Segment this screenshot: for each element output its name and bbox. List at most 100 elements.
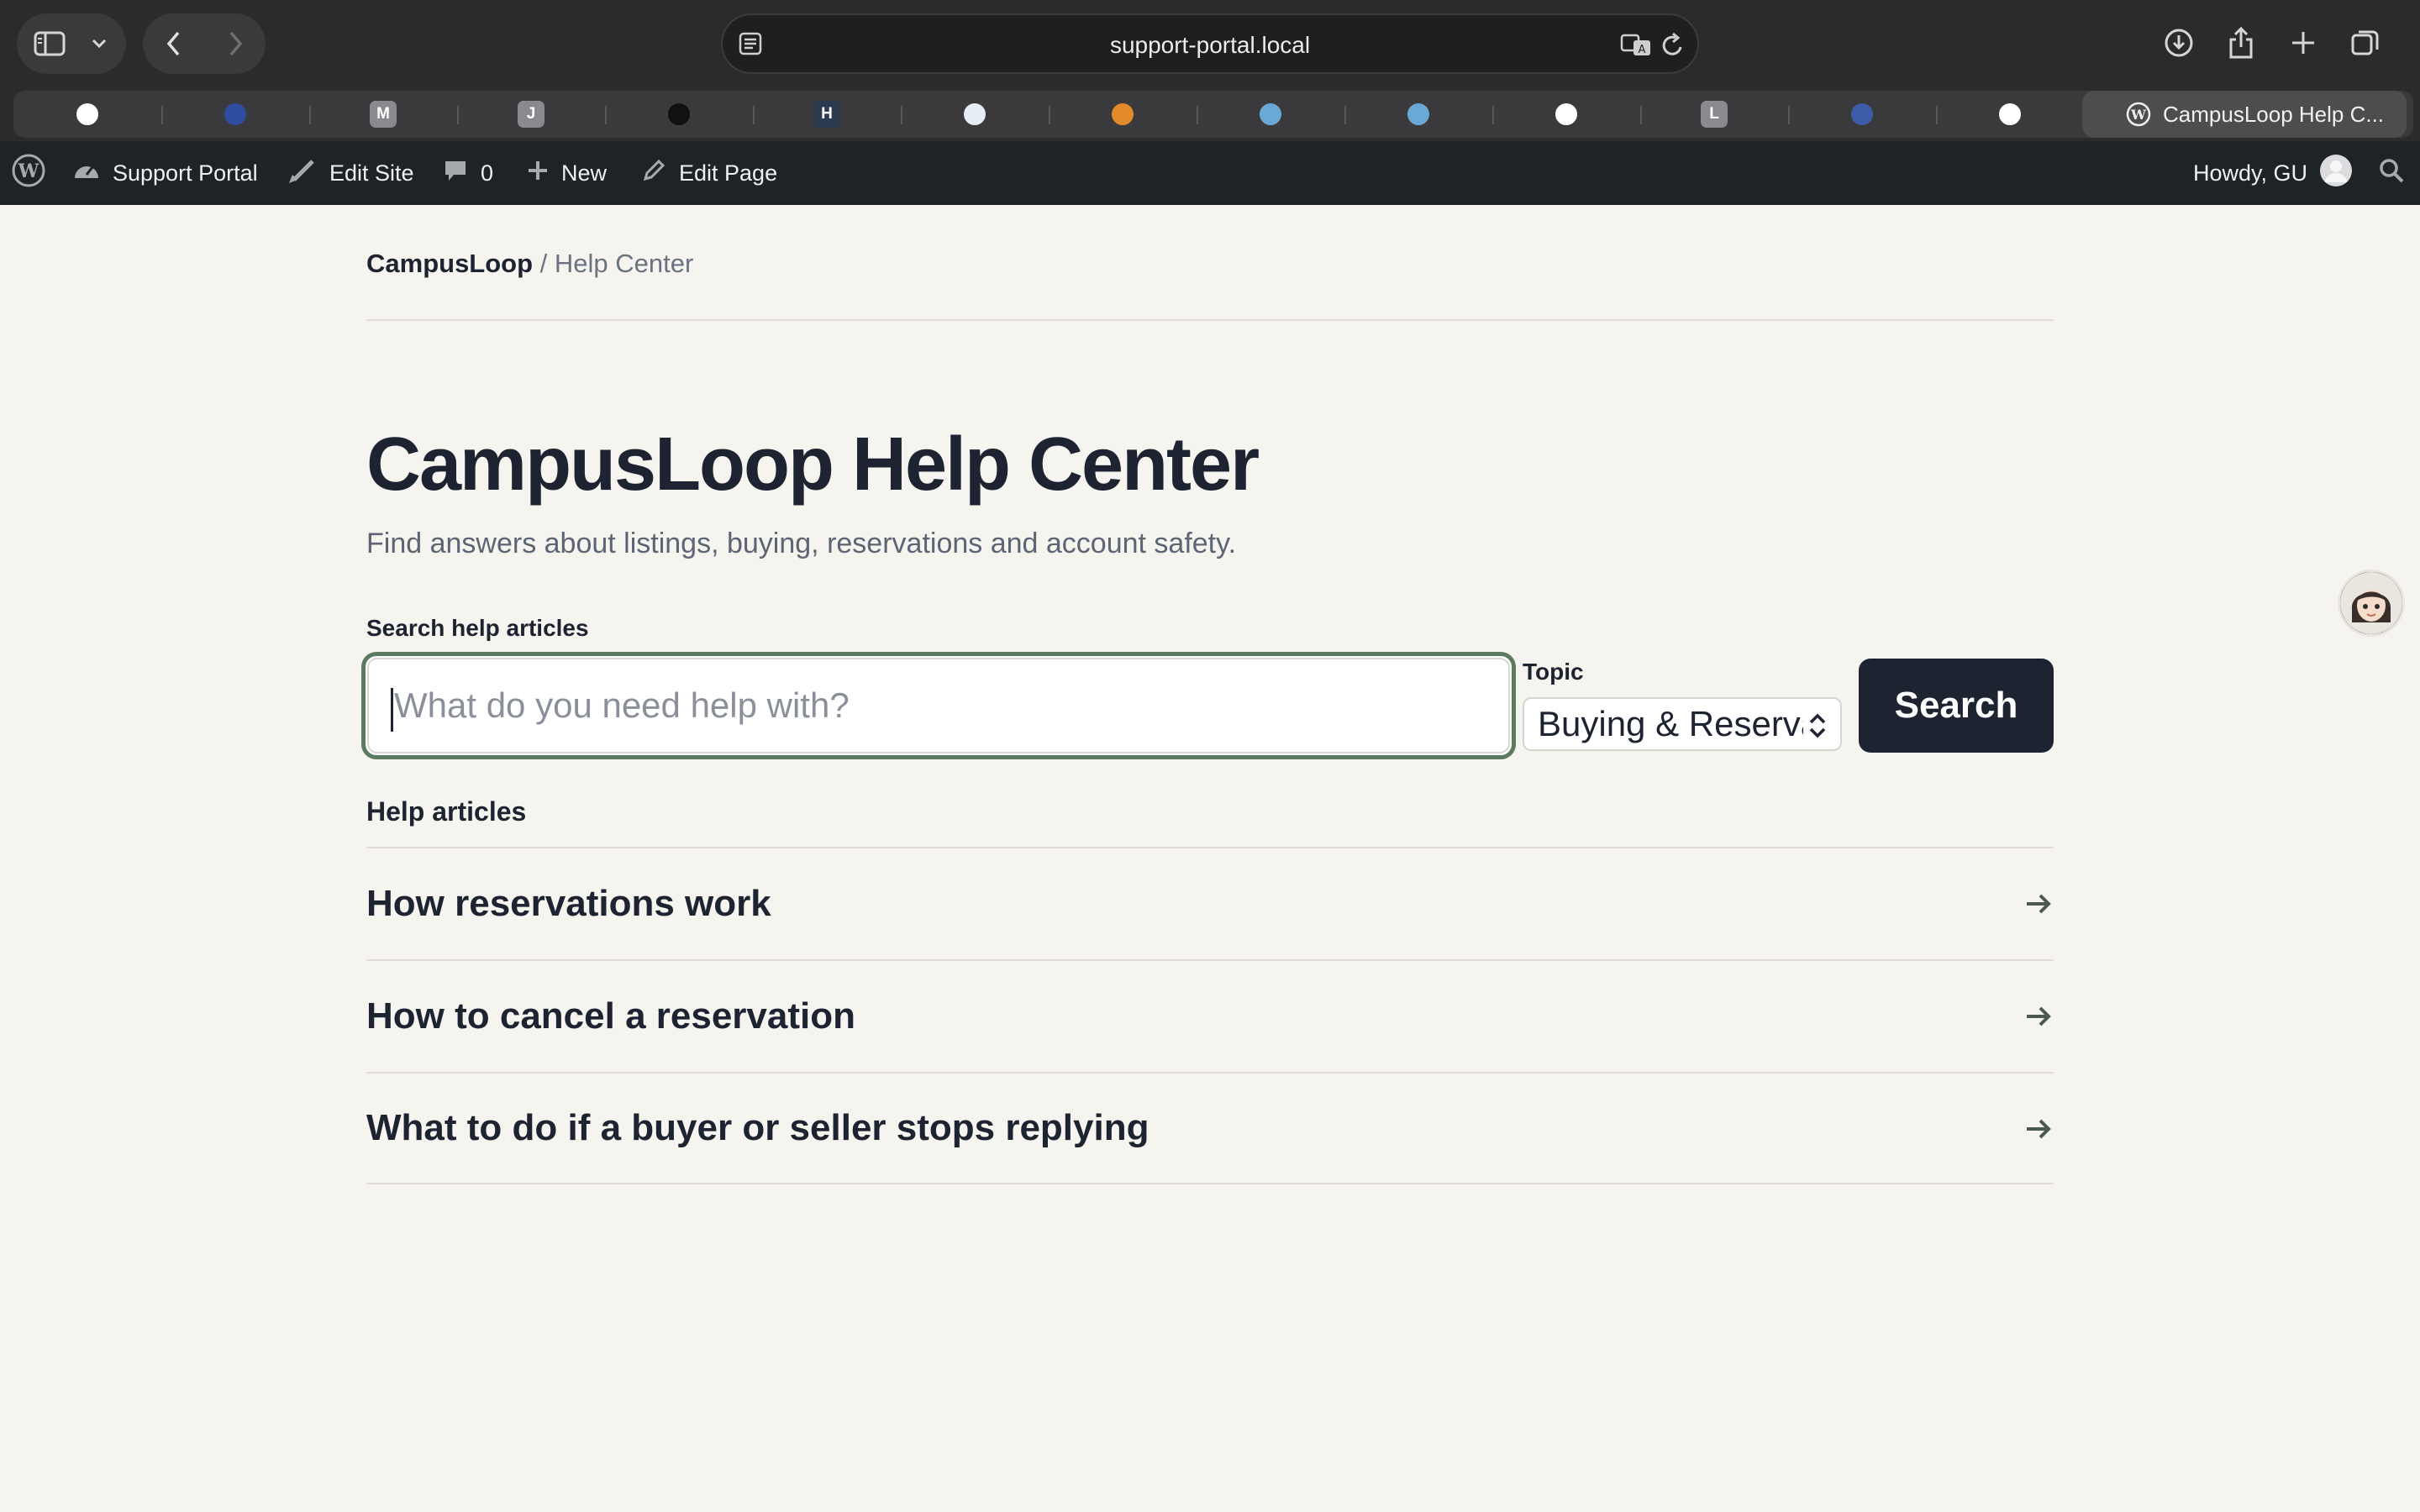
browser-tools — [2158, 22, 2386, 64]
address-bar[interactable]: support-portal.local A — [721, 13, 1699, 74]
chatgpt-icon — [74, 101, 101, 128]
new-tab-icon[interactable] — [2282, 22, 2324, 64]
article-title[interactable]: How to cancel a reservation — [366, 995, 855, 1037]
tab-separator — [1197, 106, 1198, 124]
search-field-wrapper — [361, 652, 1516, 759]
crest-app-icon — [1849, 101, 1876, 128]
reload-icon[interactable] — [1660, 32, 1686, 63]
brush-icon — [287, 156, 318, 191]
breadcrumb: CampusLoop / Help Center — [366, 249, 693, 279]
search-icon — [2378, 157, 2405, 190]
tab-separator — [901, 106, 902, 124]
article-row[interactable]: How reservations work — [366, 847, 2054, 959]
select-updown-icon — [1803, 711, 1832, 741]
navigation-group — [143, 13, 266, 74]
download-icon[interactable] — [2158, 22, 2200, 64]
active-tab[interactable]: W CampusLoop Help C... — [2082, 91, 2407, 138]
tab-separator — [753, 106, 755, 124]
wp-logo-menu[interactable]: W — [12, 141, 45, 205]
tab-separator — [605, 106, 607, 124]
text-caret — [391, 688, 393, 732]
page-title: CampusLoop Help Center — [366, 423, 1260, 507]
article-row[interactable]: What to do if a buyer or seller stops re… — [366, 1072, 2054, 1184]
pinned-tab[interactable] — [161, 91, 309, 138]
pinned-tab[interactable] — [1344, 91, 1492, 138]
stripe-app-icon — [1257, 101, 1284, 128]
search-input[interactable] — [367, 658, 1510, 753]
chevron-down-icon[interactable] — [82, 13, 116, 74]
tab-separator — [161, 106, 163, 124]
articles-list: How reservations work How to cancel a re… — [366, 847, 2054, 1184]
topic-selected-value: Buying & Reservations — [1538, 704, 1807, 743]
pinned-tab[interactable]: M — [309, 91, 457, 138]
edit-site-link[interactable]: Edit Site — [287, 141, 414, 205]
wordpress-icon: W — [2126, 102, 2151, 131]
share-icon[interactable] — [2220, 22, 2262, 64]
pinned-tab[interactable]: L — [1640, 91, 1788, 138]
active-tab-title: CampusLoop Help C... — [2163, 101, 2385, 127]
tab-separator — [1788, 106, 1790, 124]
pinned-tab[interactable]: J — [457, 91, 605, 138]
edit-page-label: Edit Page — [679, 160, 778, 186]
assistant-avatar-icon[interactable] — [2338, 570, 2405, 637]
article-title[interactable]: How reservations work — [366, 883, 771, 925]
pinned-tab[interactable] — [1197, 91, 1344, 138]
new-content-menu[interactable]: New — [526, 141, 607, 205]
arrow-right-icon — [2023, 1114, 2054, 1144]
comment-bubble-icon — [442, 158, 469, 189]
github-icon — [1553, 101, 1580, 128]
globe-app-icon — [222, 101, 249, 128]
comments-link[interactable]: 0 — [442, 141, 493, 205]
translate-icon[interactable]: A — [1620, 32, 1654, 63]
forward-arrow-icon[interactable] — [204, 13, 266, 74]
breadcrumb-home[interactable]: CampusLoop — [366, 249, 533, 278]
triangle-app-icon — [666, 101, 692, 128]
breadcrumb-current: Help Center — [554, 249, 694, 278]
site-name-menu[interactable]: Support Portal — [72, 141, 258, 205]
tab-separator — [1049, 106, 1050, 124]
admin-search[interactable] — [2378, 141, 2405, 205]
stripe-app-icon-2 — [1405, 101, 1432, 128]
browser-toolbar: support-portal.local A — [0, 0, 2420, 87]
tab-overview-icon[interactable] — [2344, 22, 2386, 64]
tab-separator — [1640, 106, 1642, 124]
tab-separator — [1492, 106, 1494, 124]
j-tab-icon: J — [518, 101, 544, 128]
pinned-tabs: MJHL — [13, 91, 2413, 138]
new-label: New — [561, 160, 608, 186]
pinned-tab[interactable] — [1788, 91, 1936, 138]
account-menu[interactable]: Howdy, GU — [2193, 141, 2353, 205]
pinned-tab[interactable] — [901, 91, 1049, 138]
svg-text:A: A — [1639, 44, 1646, 56]
dashboard-gauge-icon — [72, 158, 101, 189]
github-icon-2 — [1996, 101, 2023, 128]
tab-bar: M J H L W CampusLoop Help C... — [0, 87, 2420, 141]
pinned-tab[interactable] — [1492, 91, 1640, 138]
pinned-tab[interactable] — [1049, 91, 1197, 138]
article-row[interactable]: How to cancel a reservation — [366, 959, 2054, 1072]
svg-text:W: W — [2130, 107, 2147, 123]
breadcrumb-separator: / — [533, 249, 555, 278]
sidebar-toggle-group — [17, 13, 126, 74]
search-button[interactable]: Search — [1859, 659, 2054, 753]
edit-site-label: Edit Site — [329, 160, 414, 186]
svg-text:W: W — [18, 160, 39, 182]
comments-count: 0 — [481, 160, 494, 186]
tab-separator — [1936, 106, 1938, 124]
arrow-right-icon — [2023, 889, 2054, 919]
pencil-icon — [640, 157, 667, 190]
back-arrow-icon[interactable] — [143, 13, 204, 74]
sidebar-icon[interactable] — [17, 13, 82, 74]
topic-select[interactable]: Buying & Reservations — [1523, 697, 1842, 751]
edit-page-link[interactable]: Edit Page — [640, 141, 777, 205]
pinned-tab[interactable]: H — [753, 91, 901, 138]
pinned-tab[interactable] — [13, 91, 161, 138]
topic-label: Topic — [1523, 659, 1584, 685]
arrow-right-icon — [2023, 1001, 2054, 1032]
article-title[interactable]: What to do if a buyer or seller stops re… — [366, 1107, 1149, 1149]
l-tab-icon: L — [1701, 101, 1728, 128]
tab-separator — [457, 106, 459, 124]
orange-app-icon — [1109, 101, 1136, 128]
pinned-tab[interactable] — [1936, 91, 2084, 138]
pinned-tab[interactable] — [605, 91, 753, 138]
